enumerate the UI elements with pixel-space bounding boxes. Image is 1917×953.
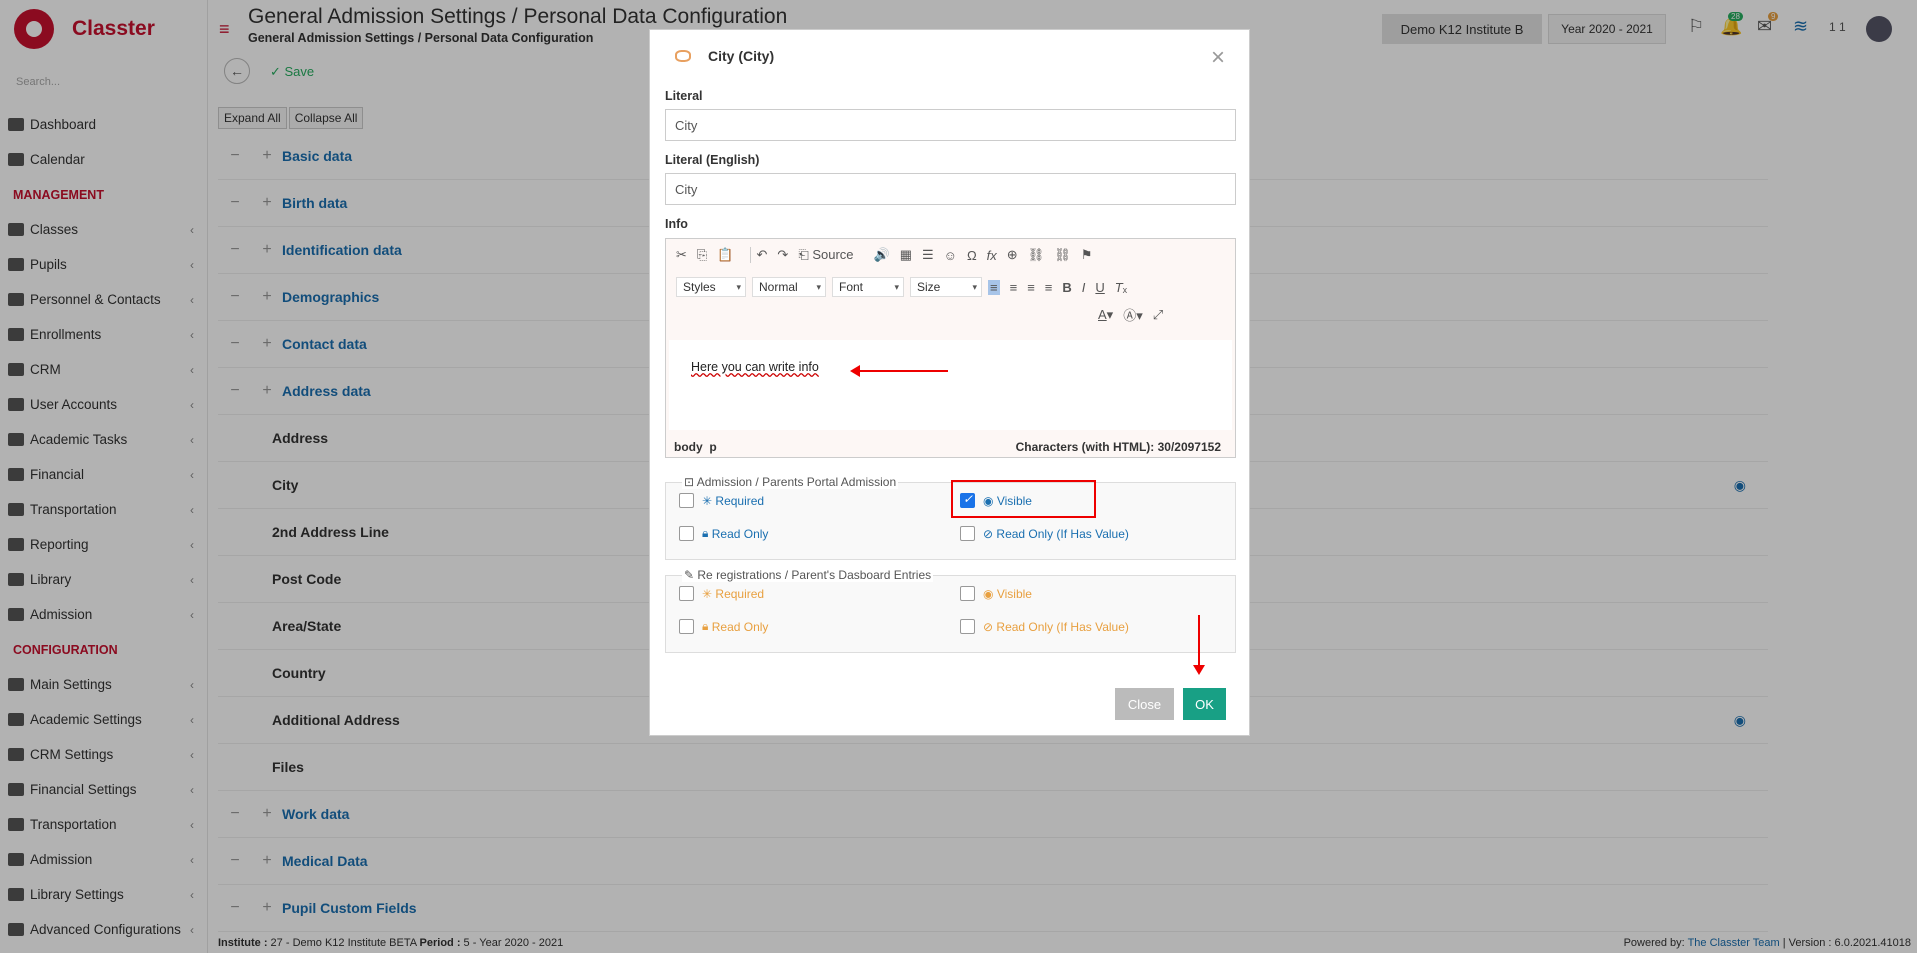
formula-icon[interactable]: fx — [987, 248, 997, 263]
rereg-readonly-checkbox[interactable]: 🔒︎ Read Only — [679, 619, 768, 634]
literal-english-label: Literal (English) — [665, 153, 760, 167]
modal-title: City (City) — [708, 48, 775, 64]
editor-toolbar-row2: Styles Normal Font Size ≡ ≡ ≡ ≡ B I U Tₓ — [676, 277, 1137, 297]
lock-icon: 🔒︎ — [702, 526, 709, 540]
read-only-label: Read Only — [711, 619, 769, 634]
path-body[interactable]: body — [674, 440, 703, 454]
editor-toolbar-row3: A▾ Ⓐ▾ ⤢ — [1098, 305, 1173, 324]
ok-button[interactable]: OK — [1183, 688, 1226, 720]
checkbox-box[interactable] — [960, 526, 975, 541]
rereg-visible-checkbox[interactable]: ◉ Visible — [960, 586, 1032, 601]
ban-icon: ⊘ — [983, 619, 994, 634]
checkbox-box[interactable] — [679, 526, 694, 541]
admission-portal-title: ⊡ Admission / Parents Portal Admission — [682, 475, 899, 489]
close-button[interactable]: Close — [1115, 688, 1174, 720]
source-button[interactable]: ⎗ Source — [798, 247, 863, 263]
field-settings-modal: City (City) × Literal City Literal (Engl… — [649, 29, 1250, 736]
literal-label: Literal — [665, 89, 703, 103]
read-only-label: Read Only — [711, 526, 769, 541]
reregistration-title-text: Re registrations / Parent's Dasboard Ent… — [697, 568, 932, 582]
table-icon[interactable]: ▦ — [900, 247, 912, 263]
unlink-icon[interactable]: ⛓ — [1054, 247, 1071, 263]
size-dropdown[interactable]: Size — [910, 277, 982, 297]
flag-anchor-icon[interactable]: ⚑ — [1081, 247, 1093, 263]
editor-toolbar-row1: ✂ ⎘ 📋 ↶ ↷ ⎗ Source 🔊 ▦ ☰ ☺ Ω fx ⊕ ⛓ ⛓ ⚑ — [676, 247, 1102, 263]
styles-dropdown[interactable]: Styles — [676, 277, 746, 297]
smiley-icon[interactable]: ☺ — [944, 248, 957, 263]
checkbox-box[interactable] — [679, 619, 694, 634]
read-only-if-label: Read Only (If Has Value) — [996, 526, 1129, 541]
annotation-arrow-down — [1193, 615, 1205, 675]
italic-icon[interactable]: I — [1082, 280, 1086, 295]
lock-icon: 🔒︎ — [702, 619, 709, 633]
editor-content[interactable]: Here you can write info — [691, 360, 819, 374]
asterisk-icon: ✳ — [702, 586, 713, 601]
rereg-required-checkbox[interactable]: ✳ Required — [679, 586, 764, 601]
paste-icon[interactable]: 📋 — [717, 247, 733, 263]
admission-required-checkbox[interactable]: ✳ Required — [679, 493, 764, 508]
maximize-icon[interactable]: ⤢ — [1153, 307, 1163, 323]
visible-label: Visible — [996, 586, 1032, 601]
clear-format-icon[interactable]: Tₓ — [1115, 280, 1127, 295]
link-icon[interactable]: ⛓ — [1028, 247, 1045, 263]
audio-icon[interactable]: 🔊 — [874, 247, 890, 263]
checkbox-box[interactable] — [679, 586, 694, 601]
checkbox-box[interactable] — [679, 493, 694, 508]
text-color-icon[interactable]: A▾ — [1098, 307, 1113, 323]
info-label: Info — [665, 217, 688, 231]
format-dropdown[interactable]: Normal — [752, 277, 826, 297]
required-label: Required — [715, 493, 765, 508]
font-dropdown[interactable]: Font — [832, 277, 904, 297]
reregistration-title: ✎ Re registrations / Parent's Dasboard E… — [682, 568, 934, 582]
literal-english-input[interactable]: City — [665, 173, 1236, 205]
required-label: Required — [715, 586, 765, 601]
omega-icon[interactable]: Ω — [967, 248, 977, 263]
char-count: Characters (with HTML): 30/2097152 — [1015, 440, 1221, 454]
read-only-if-label: Read Only (If Has Value) — [996, 619, 1129, 634]
rich-text-editor: ✂ ⎘ 📋 ↶ ↷ ⎗ Source 🔊 ▦ ☰ ☺ Ω fx ⊕ ⛓ ⛓ ⚑ … — [665, 238, 1236, 458]
rereg-readonly-if-checkbox[interactable]: ⊘ Read Only (If Has Value) — [960, 619, 1129, 634]
copy-icon[interactable]: ⎘ — [697, 247, 707, 263]
bold-icon[interactable]: B — [1062, 280, 1071, 295]
admission-portal-title-text: Admission / Parents Portal Admission — [696, 475, 897, 489]
editor-body[interactable]: Here you can write info — [669, 340, 1232, 430]
ban-icon: ⊘ — [983, 526, 994, 541]
align-right-icon[interactable]: ≡ — [1027, 280, 1035, 295]
visible-highlight-annotation — [951, 480, 1096, 518]
underline-icon[interactable]: U — [1095, 280, 1104, 295]
admission-readonly-if-checkbox[interactable]: ⊘ Read Only (If Has Value) — [960, 526, 1129, 541]
close-icon[interactable]: × — [1211, 44, 1225, 72]
literal-input[interactable]: City — [665, 109, 1236, 141]
justify-icon[interactable]: ≡ — [1045, 280, 1053, 295]
undo-icon[interactable]: ↶ — [757, 247, 768, 263]
element-path: body p — [674, 440, 717, 454]
align-center-icon[interactable]: ≡ — [1010, 280, 1018, 295]
redo-icon[interactable]: ↷ — [777, 247, 788, 263]
source-label: Source — [812, 247, 854, 262]
hr-icon[interactable]: ☰ — [922, 247, 934, 263]
field-icon — [675, 50, 691, 62]
eye-icon: ◉ — [983, 586, 994, 601]
annotation-arrow-left — [850, 365, 948, 377]
align-left-icon[interactable]: ≡ — [988, 279, 1000, 295]
path-p[interactable]: p — [709, 440, 716, 454]
globe-icon[interactable]: ⊕ — [1007, 247, 1018, 263]
checkbox-box[interactable] — [960, 586, 975, 601]
cut-icon[interactable]: ✂ — [676, 247, 687, 263]
asterisk-icon: ✳ — [702, 493, 713, 508]
bg-color-icon[interactable]: Ⓐ▾ — [1123, 305, 1143, 324]
checkbox-box[interactable] — [960, 619, 975, 634]
toolbar-divider — [749, 247, 751, 263]
admission-readonly-checkbox[interactable]: 🔒︎ Read Only — [679, 526, 768, 541]
reregistration-group: ✎ Re registrations / Parent's Dasboard E… — [665, 568, 1236, 653]
